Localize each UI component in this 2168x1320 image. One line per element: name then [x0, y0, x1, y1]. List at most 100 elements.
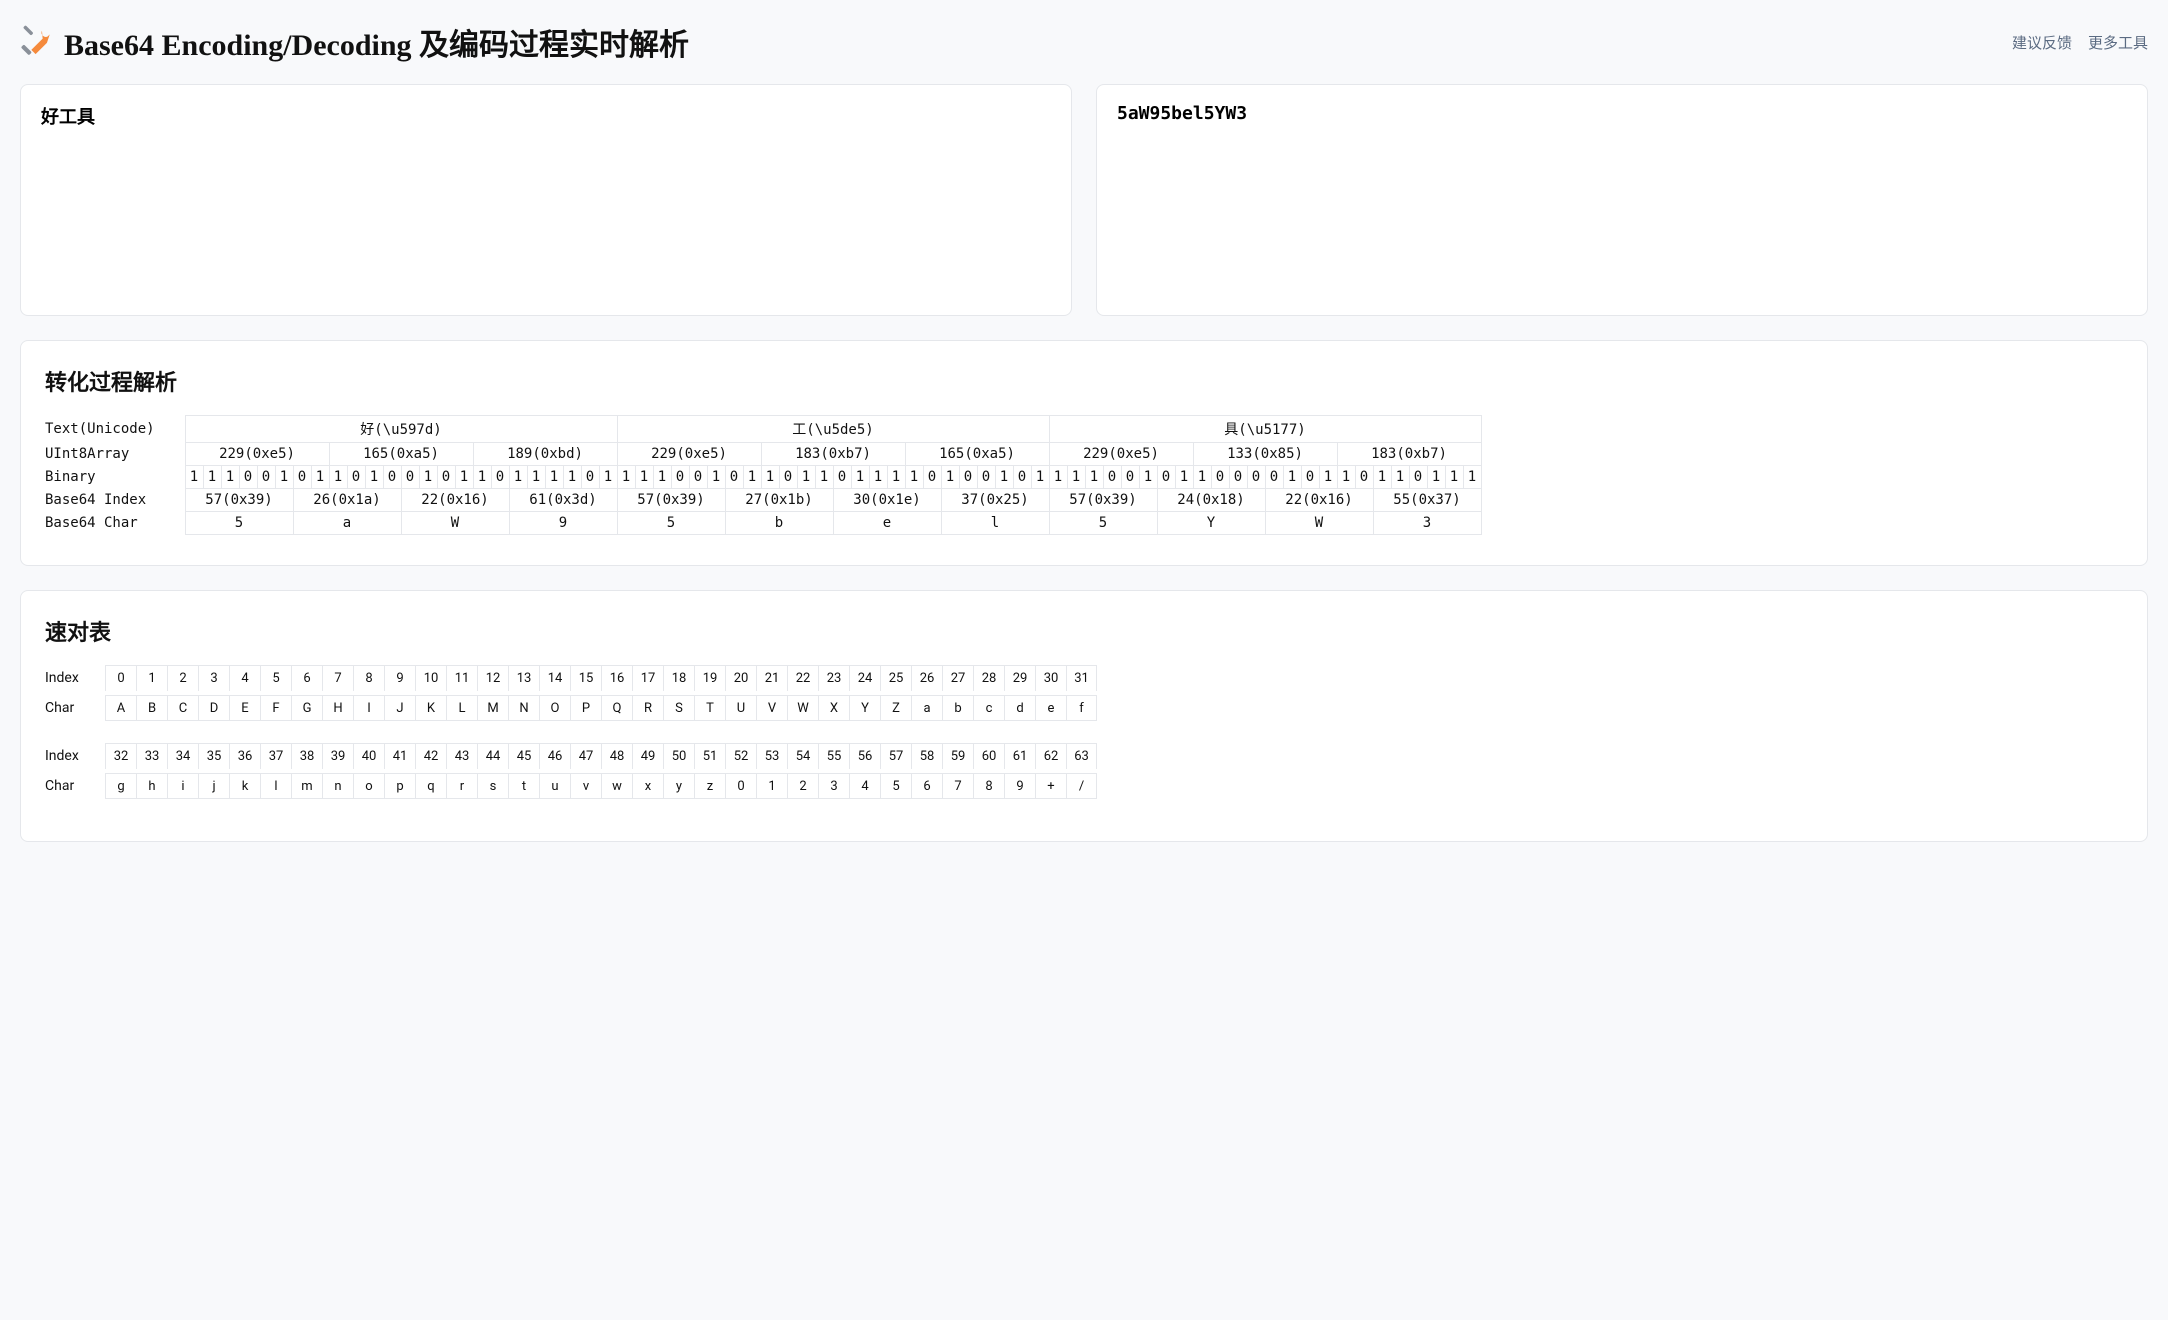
- lookup-char-cell: R: [632, 695, 663, 721]
- lookup-char-cell: n: [322, 773, 353, 799]
- b64-char-cell: 5: [617, 512, 725, 535]
- bit-cell: 1: [185, 466, 203, 489]
- lookup-group: Index32333435363738394041424344454647484…: [45, 743, 2123, 799]
- output-box: [1096, 84, 2148, 316]
- b64-index-cell: 37(0x25): [941, 489, 1049, 512]
- lookup-index-cell: 30: [1035, 665, 1066, 691]
- analysis-panel: 转化过程解析 Text(Unicode)好(\u597d)工(\u5de5)具(…: [20, 340, 2148, 566]
- lookup-index-cell: 8: [353, 665, 384, 691]
- lookup-char-cell: 5: [880, 773, 911, 799]
- lookup-char-cell: o: [353, 773, 384, 799]
- b64-char-cell: 3: [1373, 512, 1481, 535]
- lookup-char-cell: g: [105, 773, 136, 799]
- lookup-index-cell: 23: [818, 665, 849, 691]
- lookup-char-cell: W: [787, 695, 818, 721]
- bit-cell: 0: [1355, 466, 1373, 489]
- lookup-char-cell: 1: [756, 773, 787, 799]
- b64-char-cell: Y: [1157, 512, 1265, 535]
- bit-cell: 0: [437, 466, 455, 489]
- lookup-char-cell: a: [911, 695, 942, 721]
- lookup-char-cell: i: [167, 773, 198, 799]
- more-tools-link[interactable]: 更多工具: [2088, 32, 2148, 53]
- b64-char-cell: a: [293, 512, 401, 535]
- lookup-index-cell: 34: [167, 743, 198, 769]
- lookup-char-cell: u: [539, 773, 570, 799]
- b64-index-cell: 22(0x16): [401, 489, 509, 512]
- lookup-char-cell: J: [384, 695, 415, 721]
- b64-char-cell: W: [1265, 512, 1373, 535]
- bit-cell: 1: [1427, 466, 1445, 489]
- lookup-index-cell: 15: [570, 665, 601, 691]
- bit-cell: 1: [1283, 466, 1301, 489]
- lookup-index-cell: 6: [291, 665, 322, 691]
- bit-cell: 0: [725, 466, 743, 489]
- lookup-char-cell: V: [756, 695, 787, 721]
- lookup-index-cell: 2: [167, 665, 198, 691]
- bit-cell: 0: [1211, 466, 1229, 489]
- lookup-index-cell: 57: [880, 743, 911, 769]
- lookup-index-cell: 28: [973, 665, 1004, 691]
- lookup-char-cell: m: [291, 773, 322, 799]
- lookup-char-cell: v: [570, 773, 601, 799]
- analysis-scroll[interactable]: Text(Unicode)好(\u597d)工(\u5de5)具(\u5177)…: [45, 415, 2123, 545]
- byte-cell: 183(0xb7): [761, 443, 905, 466]
- lookup-index-cell: 4: [229, 665, 260, 691]
- lookup-index-cell: 37: [260, 743, 291, 769]
- b64-index-cell: 55(0x37): [1373, 489, 1481, 512]
- lookup-index-cell: 29: [1004, 665, 1035, 691]
- row-label: Text(Unicode): [45, 416, 185, 443]
- lookup-char-cell: y: [663, 773, 694, 799]
- lookup-index-cell: 24: [849, 665, 880, 691]
- lookup-char-cell: c: [973, 695, 1004, 721]
- bit-cell: 1: [905, 466, 923, 489]
- lookup-title: 速对表: [45, 615, 2123, 647]
- unicode-char: 具(\u5177): [1049, 416, 1481, 443]
- bit-cell: 1: [1031, 466, 1049, 489]
- lookup-char-cell: N: [508, 695, 539, 721]
- bit-cell: 0: [689, 466, 707, 489]
- byte-cell: 229(0xe5): [1049, 443, 1193, 466]
- lookup-char-cell: j: [198, 773, 229, 799]
- bit-cell: 0: [1157, 466, 1175, 489]
- lookup-char-cell: A: [105, 695, 136, 721]
- lookup-index-cell: 54: [787, 743, 818, 769]
- lookup-char-cell: /: [1066, 773, 1097, 799]
- bit-cell: 1: [599, 466, 617, 489]
- bit-cell: 0: [491, 466, 509, 489]
- row-label: UInt8Array: [45, 443, 185, 466]
- lookup-char-cell: C: [167, 695, 198, 721]
- bit-cell: 1: [707, 466, 725, 489]
- bit-cell: 1: [365, 466, 383, 489]
- bit-cell: 1: [329, 466, 347, 489]
- feedback-link[interactable]: 建议反馈: [2012, 32, 2072, 53]
- bit-cell: 0: [239, 466, 257, 489]
- bit-cell: 1: [761, 466, 779, 489]
- unicode-char: 工(\u5de5): [617, 416, 1049, 443]
- bit-cell: 0: [581, 466, 599, 489]
- bit-cell: 0: [383, 466, 401, 489]
- lookup-char-cell: K: [415, 695, 446, 721]
- lookup-index-cell: 47: [570, 743, 601, 769]
- lookup-char-cell: 9: [1004, 773, 1035, 799]
- lookup-index-cell: 18: [663, 665, 694, 691]
- lookup-index-cell: 5: [260, 665, 291, 691]
- bit-cell: 0: [1301, 466, 1319, 489]
- output-textarea[interactable]: [1117, 103, 2127, 293]
- input-textarea[interactable]: [41, 103, 1051, 293]
- lookup-index-cell: 31: [1066, 665, 1097, 691]
- lookup-index-cell: 21: [756, 665, 787, 691]
- unicode-char: 好(\u597d): [185, 416, 617, 443]
- bit-cell: 1: [1067, 466, 1085, 489]
- lookup-index-cell: 51: [694, 743, 725, 769]
- bit-cell: 0: [1229, 466, 1247, 489]
- bit-cell: 0: [1121, 466, 1139, 489]
- lookup-index-cell: 40: [353, 743, 384, 769]
- lookup-char-cell: +: [1035, 773, 1066, 799]
- lookup-char-cell: F: [260, 695, 291, 721]
- lookup-char-cell: P: [570, 695, 601, 721]
- lookup-char-label: Char: [45, 700, 105, 716]
- lookup-index-cell: 17: [632, 665, 663, 691]
- lookup-char-cell: d: [1004, 695, 1035, 721]
- lookup-char-cell: h: [136, 773, 167, 799]
- lookup-index-cell: 11: [446, 665, 477, 691]
